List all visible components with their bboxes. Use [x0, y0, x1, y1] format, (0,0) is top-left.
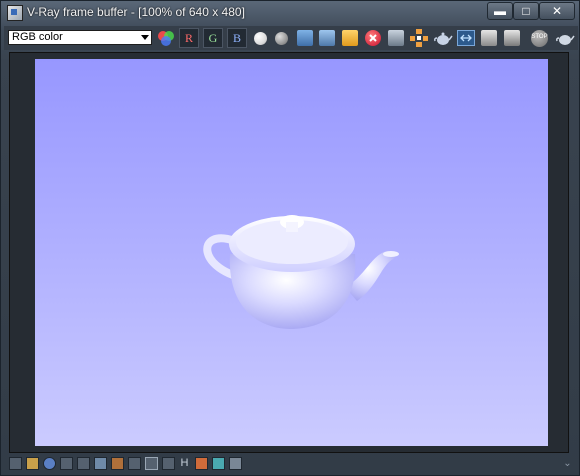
color-balls-icon[interactable] [156, 28, 176, 48]
render-teapot-icon[interactable] [555, 28, 575, 48]
window-title: V-Ray frame buffer - [100% of 640 x 480] [27, 5, 245, 19]
h-icon[interactable]: H [178, 457, 191, 470]
curves-icon[interactable] [60, 457, 73, 470]
duplicate-icon[interactable] [388, 30, 404, 46]
green-channel-button[interactable]: G [203, 28, 223, 48]
teapot-render-icon[interactable] [433, 28, 453, 48]
minimize-button[interactable]: ▬ [487, 2, 513, 20]
render-image[interactable] [35, 59, 548, 446]
info-icon[interactable] [26, 457, 39, 470]
open-folder-icon[interactable] [342, 30, 358, 46]
maximize-button[interactable]: □ [513, 2, 539, 20]
title-bar[interactable]: V-Ray frame buffer - [100% of 640 x 480]… [1, 1, 579, 24]
clear-icon[interactable] [365, 30, 381, 46]
white-sphere-icon[interactable] [254, 32, 267, 45]
channel-select-value: RGB color [12, 31, 63, 43]
lock-icon[interactable] [481, 30, 497, 46]
settings-icon[interactable] [229, 457, 242, 470]
stop-label: STOP [531, 34, 548, 40]
track-mouse-icon[interactable] [409, 28, 429, 48]
chevron-down-icon [141, 35, 149, 40]
chevron-down-icon[interactable]: ⌄ [561, 457, 574, 470]
region-render-icon[interactable] [457, 30, 475, 46]
track-icon[interactable] [162, 457, 175, 470]
blue-channel-button[interactable]: B [227, 28, 247, 48]
levels-icon[interactable] [43, 457, 56, 470]
red-channel-button[interactable]: R [179, 28, 199, 48]
app-icon [7, 5, 23, 21]
render-viewport[interactable] [9, 52, 569, 453]
gray-sphere-icon[interactable] [275, 32, 288, 45]
compare-icon[interactable] [145, 457, 158, 470]
vertical-flip-icon[interactable] [212, 457, 225, 470]
color-corrections-icon[interactable] [9, 457, 22, 470]
pixel-aspect-icon[interactable] [128, 457, 141, 470]
histogram-icon[interactable] [77, 457, 90, 470]
close-button[interactable]: ✕ [539, 2, 575, 20]
save-all-icon[interactable] [319, 30, 335, 46]
exposure-icon[interactable] [111, 457, 124, 470]
vray-frame-buffer-window: V-Ray frame buffer - [100% of 640 x 480]… [0, 0, 580, 476]
channel-select[interactable]: RGB color [8, 30, 152, 45]
toolbar: RGB color R G B STOP [4, 26, 578, 50]
horizontal-flip-icon[interactable] [195, 457, 208, 470]
history-icon[interactable] [504, 30, 520, 46]
save-icon[interactable] [297, 30, 313, 46]
lut-icon[interactable] [94, 457, 107, 470]
teapot-render [203, 215, 399, 329]
stop-icon[interactable]: STOP [531, 30, 548, 47]
status-bar: H ⌄ [4, 455, 578, 473]
